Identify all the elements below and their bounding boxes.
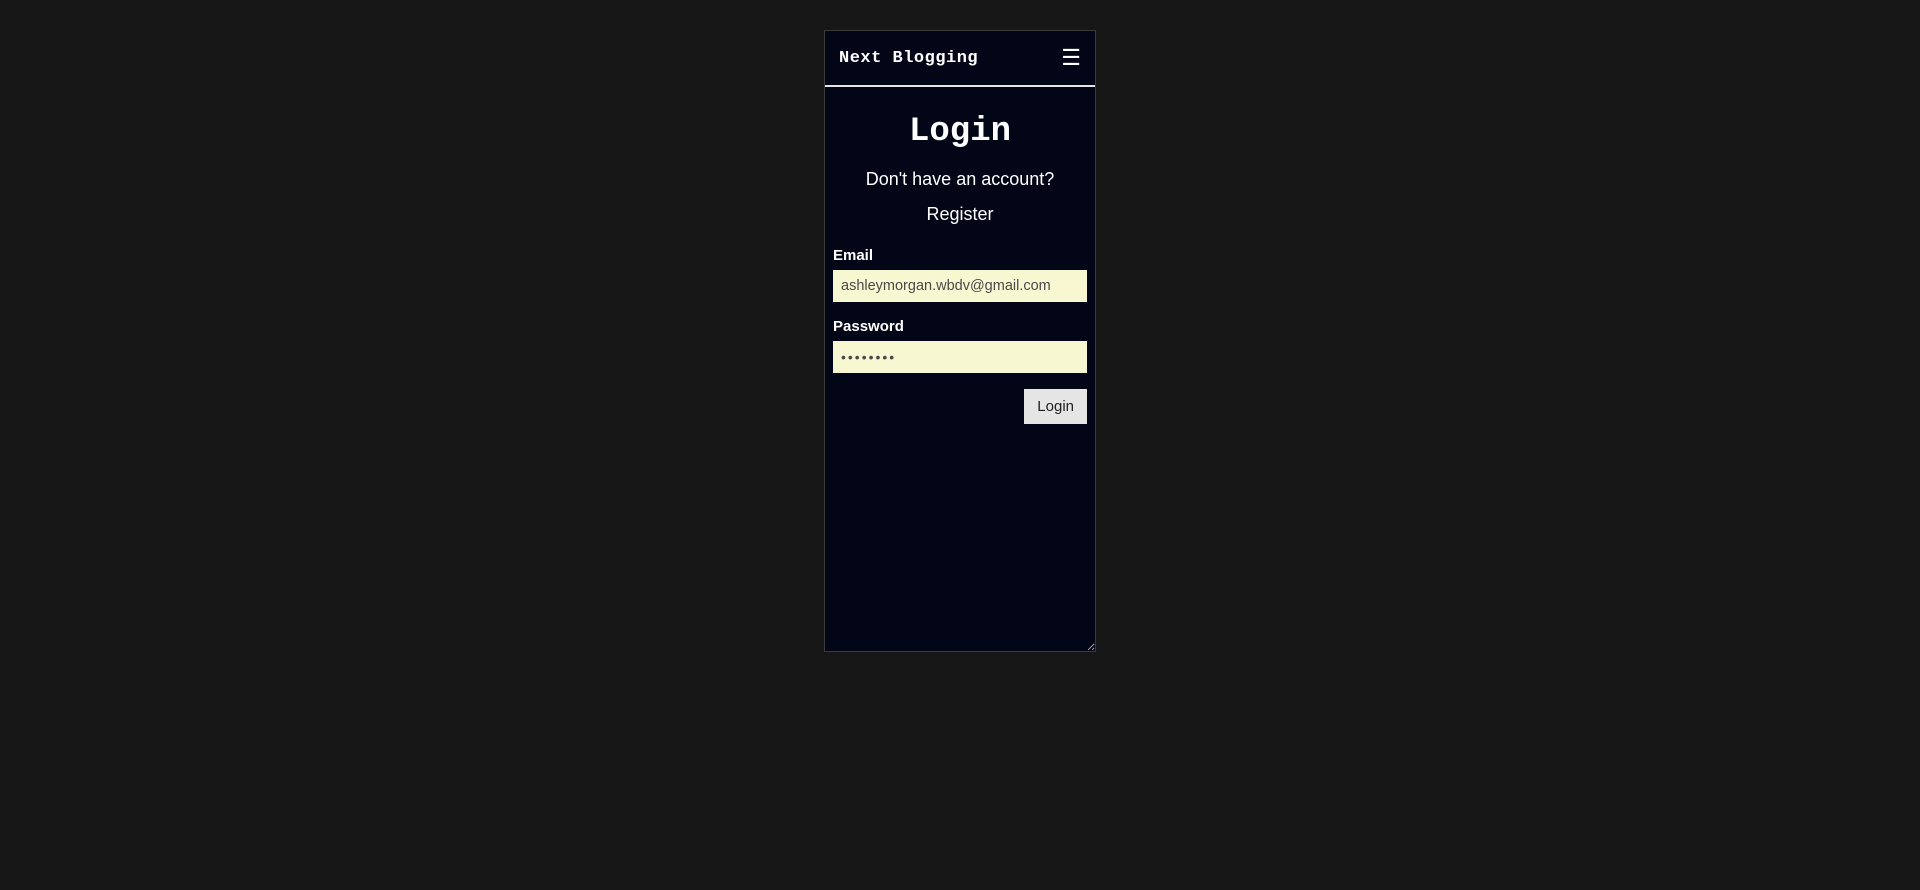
email-group: Email [833, 247, 1087, 302]
login-form: Email Password Login [833, 247, 1087, 424]
email-label: Email [833, 247, 1087, 264]
login-content: Login Don't have an account? Register Em… [825, 87, 1095, 424]
app-header: Next Blogging ☰ [825, 31, 1095, 87]
password-group: Password [833, 318, 1087, 373]
password-field[interactable] [833, 341, 1087, 373]
menu-button[interactable]: ☰ [1061, 45, 1081, 71]
email-field[interactable] [833, 270, 1087, 302]
password-label: Password [833, 318, 1087, 335]
button-row: Login [833, 389, 1087, 424]
register-link[interactable]: Register [926, 204, 993, 225]
register-prompt: Don't have an account? [833, 169, 1087, 190]
device-frame: Next Blogging ☰ Login Don't have an acco… [824, 30, 1096, 652]
page-title: Login [833, 113, 1087, 151]
hamburger-icon: ☰ [1061, 45, 1081, 70]
brand-title: Next Blogging [839, 49, 978, 68]
login-button[interactable]: Login [1024, 389, 1087, 424]
